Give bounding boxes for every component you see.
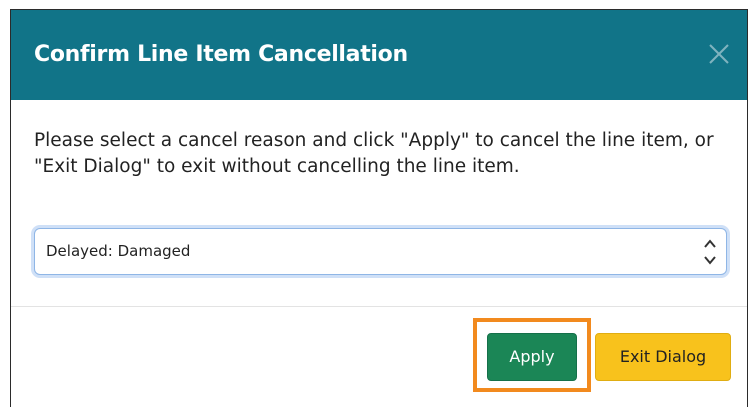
select-selected-value: Delayed: Damaged — [46, 242, 191, 260]
close-button[interactable] — [703, 38, 735, 70]
close-icon — [709, 44, 729, 64]
dialog-body: Please select a cancel reason and click … — [11, 100, 747, 306]
cancel-reason-select[interactable]: Delayed: Damaged — [34, 228, 727, 275]
dialog-header: Confirm Line Item Cancellation — [11, 10, 747, 100]
cancel-line-item-dialog: Confirm Line Item Cancellation Please se… — [10, 9, 748, 407]
chevron-up-down-icon — [704, 239, 716, 265]
apply-button[interactable]: Apply — [487, 333, 577, 381]
dialog-title: Confirm Line Item Cancellation — [34, 42, 408, 67]
exit-dialog-button[interactable]: Exit Dialog — [595, 333, 731, 381]
dialog-message: Please select a cancel reason and click … — [34, 130, 714, 177]
dialog-footer: Apply Exit Dialog — [11, 307, 747, 407]
